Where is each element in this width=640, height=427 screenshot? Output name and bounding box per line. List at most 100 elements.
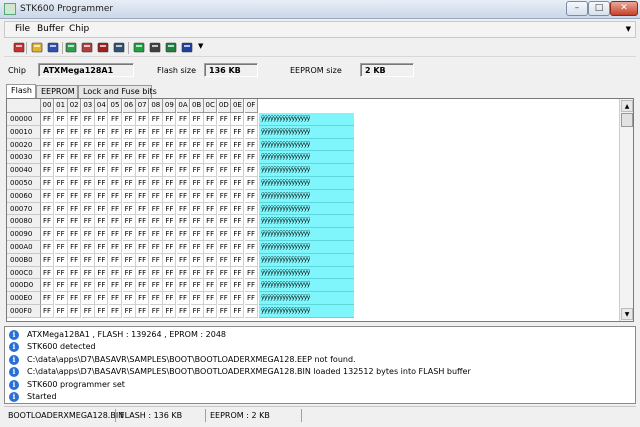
byte-cell[interactable]: FF — [190, 202, 204, 216]
byte-cell[interactable]: FF — [204, 253, 218, 267]
byte-cell[interactable]: FF — [122, 125, 136, 139]
byte-cell[interactable]: FF — [122, 292, 136, 305]
byte-cell[interactable]: FF — [68, 164, 82, 177]
byte-cell[interactable]: FF — [149, 177, 163, 190]
byte-cell[interactable]: FF — [177, 305, 190, 318]
byte-cell[interactable]: FF — [163, 253, 177, 267]
byte-cell[interactable]: FF — [149, 305, 163, 318]
byte-cell[interactable]: FF — [81, 292, 95, 305]
byte-cell[interactable]: FF — [81, 125, 95, 139]
byte-cell[interactable]: FF — [54, 253, 68, 267]
byte-cell[interactable]: FF — [136, 177, 150, 190]
ascii-cell[interactable]: ÿÿÿÿÿÿÿÿÿÿÿÿÿÿÿÿ — [259, 215, 354, 229]
byte-cell[interactable]: FF — [217, 138, 231, 152]
byte-cell[interactable]: FF — [231, 151, 245, 165]
byte-cell[interactable]: FF — [177, 113, 190, 126]
byte-cell[interactable]: FF — [163, 292, 177, 305]
config-icon[interactable] — [180, 41, 194, 54]
byte-cell[interactable]: FF — [163, 228, 177, 241]
byte-cell[interactable]: FF — [177, 177, 190, 190]
byte-cell[interactable]: FF — [190, 305, 204, 318]
byte-cell[interactable]: FF — [122, 228, 136, 241]
byte-cell[interactable]: FF — [190, 279, 204, 293]
byte-cell[interactable]: FF — [204, 177, 218, 190]
byte-cell[interactable]: FF — [231, 305, 245, 318]
byte-cell[interactable]: FF — [95, 113, 109, 126]
byte-cell[interactable]: FF — [177, 266, 190, 280]
byte-cell[interactable]: FF — [41, 215, 54, 229]
byte-cell[interactable]: FF — [245, 189, 258, 203]
table-row[interactable]: 000E0 FF FF FF FF FF FF FF FF FF FF FF FF FF FF FF FF ÿÿÿ… — [7, 292, 619, 305]
close-button[interactable]: ✕ — [610, 1, 638, 16]
byte-cell[interactable]: FF — [204, 305, 218, 318]
tab-lock-fuse-bits[interactable]: Lock and Fuse bits — [78, 85, 157, 98]
byte-cell[interactable]: FF — [190, 164, 204, 177]
byte-cell[interactable]: FF — [245, 202, 258, 216]
byte-cell[interactable]: FF — [54, 279, 68, 293]
byte-cell[interactable]: FF — [109, 292, 122, 305]
byte-cell[interactable]: FF — [217, 241, 231, 254]
ascii-cell[interactable]: ÿÿÿÿÿÿÿÿÿÿÿÿÿÿÿÿ — [259, 125, 354, 139]
byte-cell[interactable]: FF — [204, 164, 218, 177]
byte-cell[interactable]: FF — [149, 241, 163, 254]
byte-cell[interactable]: FF — [95, 189, 109, 203]
byte-cell[interactable]: FF — [245, 164, 258, 177]
byte-cell[interactable]: FF — [41, 189, 54, 203]
table-row[interactable]: 00090 FF FF FF FF FF FF FF FF FF FF FF FF FF FF FF FF ÿÿÿ… — [7, 228, 619, 241]
byte-cell[interactable]: FF — [68, 241, 82, 254]
byte-cell[interactable]: FF — [109, 138, 122, 152]
byte-cell[interactable]: FF — [190, 113, 204, 126]
byte-cell[interactable]: FF — [217, 189, 231, 203]
byte-cell[interactable]: FF — [245, 215, 258, 229]
byte-cell[interactable]: FF — [68, 279, 82, 293]
open-file-icon[interactable] — [30, 41, 44, 54]
byte-cell[interactable]: FF — [136, 305, 150, 318]
byte-cell[interactable]: FF — [68, 228, 82, 241]
program-icon[interactable] — [64, 41, 78, 54]
byte-cell[interactable]: FF — [54, 241, 68, 254]
byte-cell[interactable]: FF — [41, 279, 54, 293]
byte-cell[interactable]: FF — [204, 189, 218, 203]
byte-cell[interactable]: FF — [163, 151, 177, 165]
byte-cell[interactable]: FF — [68, 125, 82, 139]
byte-cell[interactable]: FF — [163, 305, 177, 318]
byte-cell[interactable]: FF — [177, 138, 190, 152]
byte-cell[interactable]: FF — [245, 113, 258, 126]
scroll-down-icon[interactable]: ▼ — [621, 308, 633, 320]
byte-cell[interactable]: FF — [54, 266, 68, 280]
byte-cell[interactable]: FF — [204, 151, 218, 165]
byte-cell[interactable]: FF — [54, 189, 68, 203]
byte-cell[interactable]: FF — [149, 125, 163, 139]
byte-cell[interactable]: FF — [41, 151, 54, 165]
byte-cell[interactable]: FF — [231, 279, 245, 293]
byte-cell[interactable]: FF — [122, 151, 136, 165]
byte-cell[interactable]: FF — [163, 279, 177, 293]
byte-cell[interactable]: FF — [81, 253, 95, 267]
byte-cell[interactable]: FF — [190, 151, 204, 165]
byte-cell[interactable]: FF — [149, 253, 163, 267]
byte-cell[interactable]: FF — [41, 292, 54, 305]
byte-cell[interactable]: FF — [177, 241, 190, 254]
byte-cell[interactable]: FF — [122, 305, 136, 318]
byte-cell[interactable]: FF — [245, 279, 258, 293]
byte-cell[interactable]: FF — [136, 266, 150, 280]
byte-cell[interactable]: FF — [245, 241, 258, 254]
ascii-cell[interactable]: ÿÿÿÿÿÿÿÿÿÿÿÿÿÿÿÿ — [259, 164, 354, 177]
byte-cell[interactable]: FF — [149, 164, 163, 177]
byte-cell[interactable]: FF — [149, 228, 163, 241]
ascii-cell[interactable]: ÿÿÿÿÿÿÿÿÿÿÿÿÿÿÿÿ — [259, 279, 354, 293]
byte-cell[interactable]: FF — [68, 151, 82, 165]
byte-cell[interactable]: FF — [81, 266, 95, 280]
byte-cell[interactable]: FF — [204, 113, 218, 126]
byte-cell[interactable]: FF — [68, 253, 82, 267]
byte-cell[interactable]: FF — [81, 177, 95, 190]
table-row[interactable]: 00040 FF FF FF FF FF FF FF FF FF FF FF FF FF FF FF FF ÿÿÿ… — [7, 164, 619, 177]
byte-cell[interactable]: FF — [54, 138, 68, 152]
byte-cell[interactable]: FF — [245, 228, 258, 241]
byte-cell[interactable]: FF — [136, 228, 150, 241]
ascii-cell[interactable]: ÿÿÿÿÿÿÿÿÿÿÿÿÿÿÿÿ — [259, 253, 354, 267]
byte-cell[interactable]: FF — [54, 164, 68, 177]
byte-cell[interactable]: FF — [68, 292, 82, 305]
byte-cell[interactable]: FF — [136, 202, 150, 216]
byte-cell[interactable]: FF — [149, 189, 163, 203]
